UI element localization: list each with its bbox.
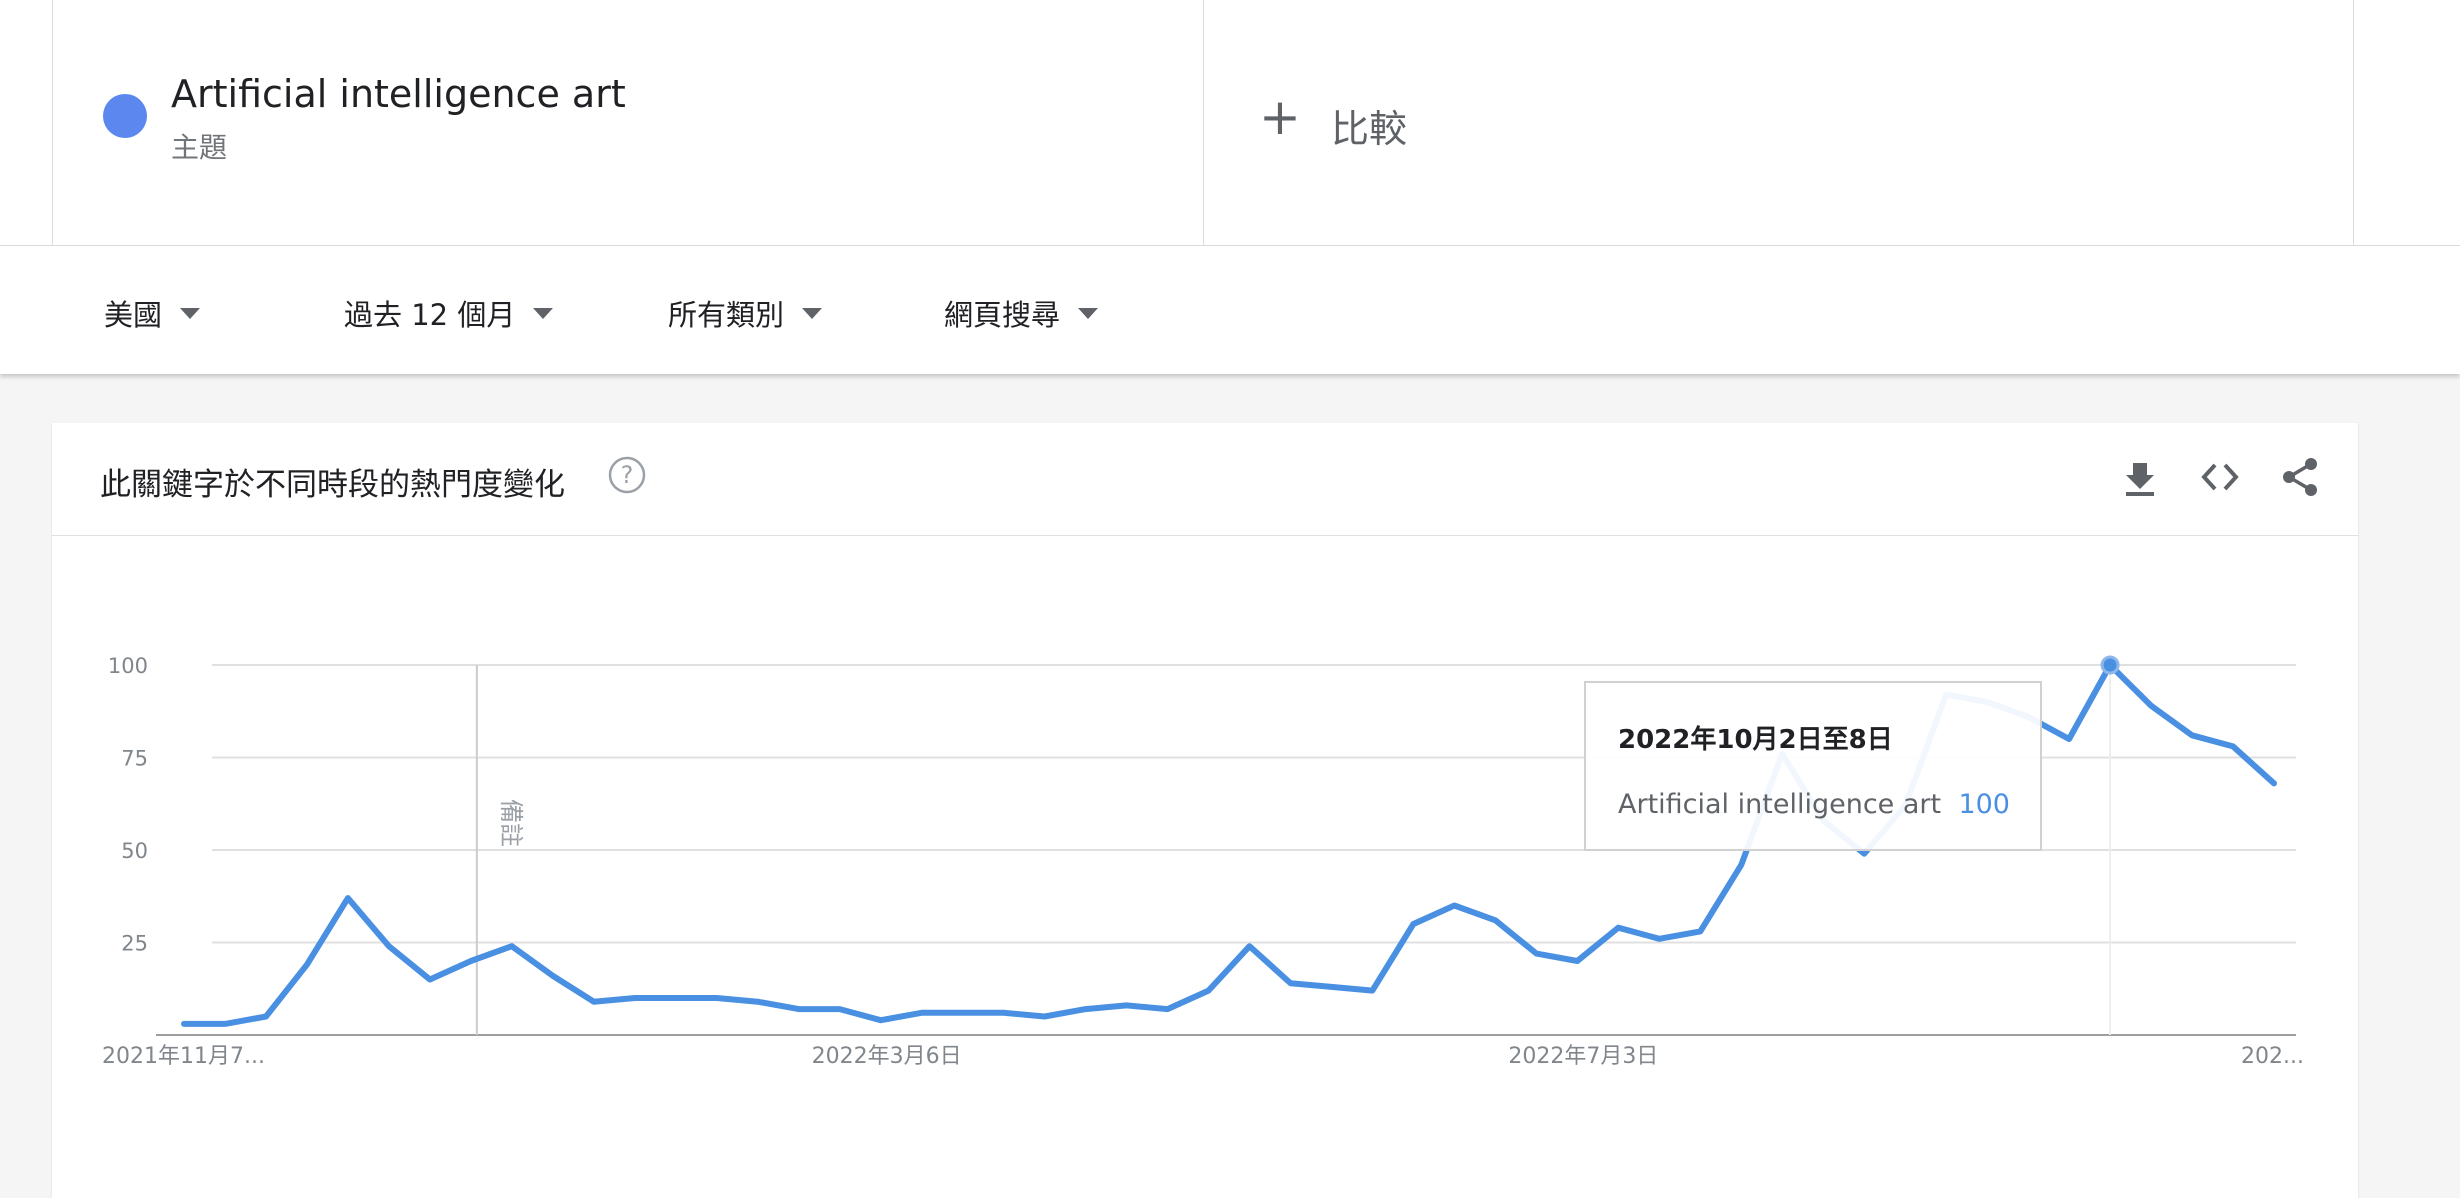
filter-bar: 美國 過去 12 個月 所有類別 網頁搜尋	[0, 246, 2460, 374]
tooltip-series-name: Artificial intelligence art	[1618, 789, 1942, 820]
time-range-filter[interactable]: 過去 12 個月	[344, 292, 554, 332]
compare-button[interactable]: + 比較	[1203, 0, 2354, 245]
x-tick-label: 2022年3月6日	[812, 1044, 962, 1069]
y-tick-label: 100	[108, 654, 148, 678]
dropdown-caret-icon	[1078, 307, 1099, 319]
dropdown-caret-icon	[533, 307, 554, 319]
x-tick-label: 202...	[2241, 1044, 2304, 1069]
region-filter[interactable]: 美國	[104, 292, 201, 332]
y-tick-label: 50	[121, 839, 148, 863]
search-term-name[interactable]: Artificial intelligence art	[171, 72, 626, 116]
search-term-bar: Artificial intelligence art 主題 + 比較	[0, 0, 2460, 245]
search-type-filter[interactable]: 網頁搜尋	[944, 292, 1099, 332]
series-color-dot	[103, 94, 147, 138]
search-term-card[interactable]: Artificial intelligence art 主題	[52, 0, 1204, 245]
tooltip-date: 2022年10月2日至8日	[1618, 725, 1893, 755]
y-tick-label: 25	[121, 932, 148, 956]
filter-label: 過去 12 個月	[344, 298, 516, 332]
filter-label: 美國	[104, 298, 163, 332]
tooltip-value: 100	[1958, 789, 2010, 820]
filter-label: 網頁搜尋	[944, 298, 1061, 332]
filter-label: 所有類別	[668, 298, 785, 332]
search-term-type: 主題	[171, 131, 228, 164]
x-tick-label: 2022年7月3日	[1508, 1044, 1658, 1069]
dropdown-caret-icon	[180, 307, 201, 319]
plus-icon: +	[1259, 88, 1301, 146]
x-tick-label: 2021年11月7...	[102, 1044, 265, 1069]
note-marker-label: 備註	[497, 799, 525, 847]
dropdown-caret-icon	[802, 307, 823, 319]
category-filter[interactable]: 所有類別	[668, 292, 823, 332]
highlight-point	[2100, 655, 2120, 675]
y-tick-label: 75	[121, 747, 148, 771]
chart-tooltip: 2022年10月2日至8日 Artificial intelligence ar…	[1584, 681, 2042, 851]
compare-label: 比較	[1331, 107, 1408, 151]
